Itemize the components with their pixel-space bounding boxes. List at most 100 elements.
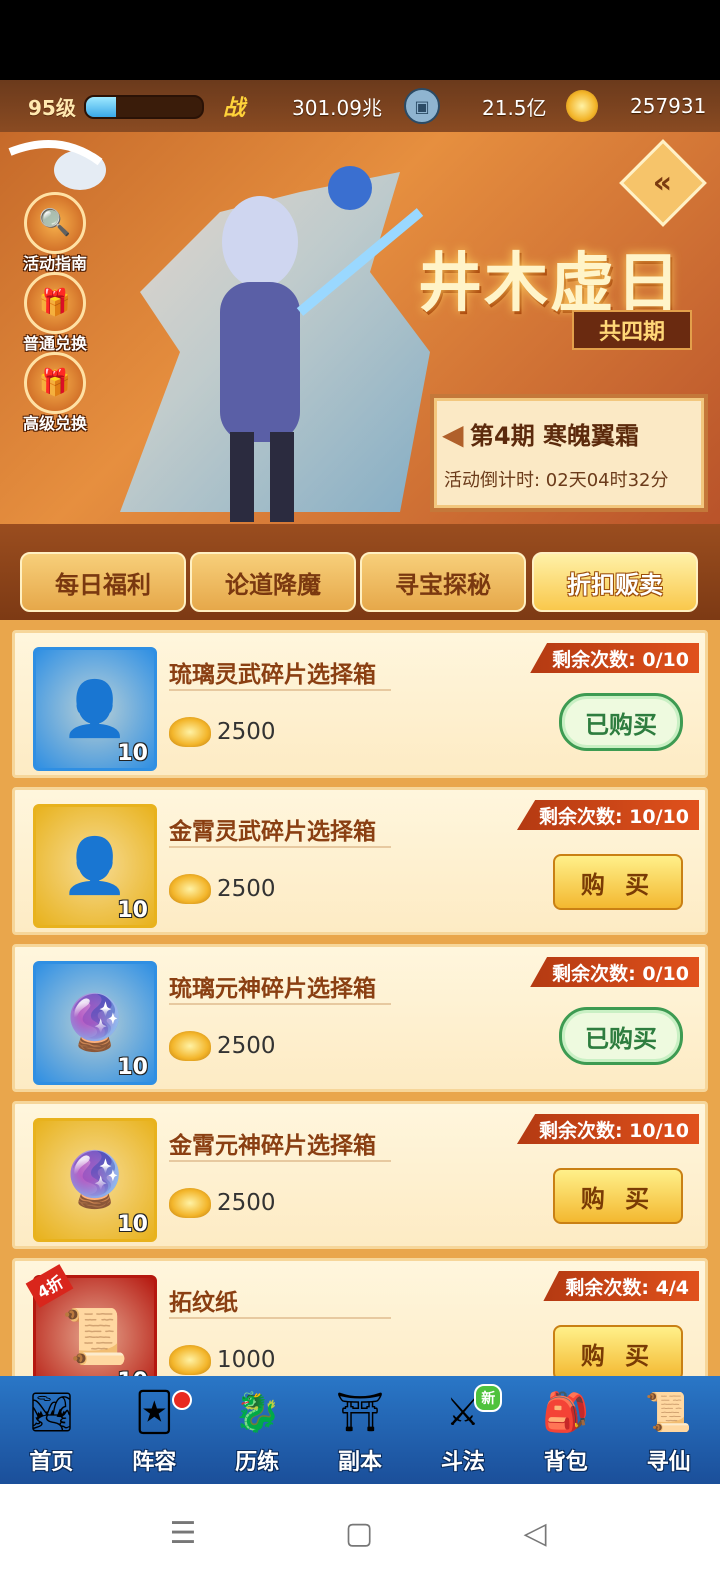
nav-quest[interactable]: 📜 寻仙 [617,1376,720,1484]
countdown-text: 活动倒计时: 02天04时32分 [444,470,669,491]
back-triangle-icon[interactable]: ◁ [510,1508,560,1558]
nav-label: 寻仙 [646,1450,691,1475]
normal-exchange-button[interactable]: 🎁 普通兑换 [12,272,98,353]
tab-treasure-hunt[interactable]: 寻宝探秘 [360,552,526,612]
power-value: 301.09兆 [292,95,382,120]
bottom-nav: 🏞 首页 🃏 阵容 🐉 历练 ⛩ 副本 ⚔ 斗法新 🎒 背包 📜 寻仙 [0,1376,720,1484]
item-price: 2500 [169,874,276,904]
gold-ingot-icon [566,90,598,122]
purchased-button[interactable]: 已购买 [559,693,683,751]
gift-box-icon: 🎁 [24,272,86,334]
purchased-button[interactable]: 已购买 [559,1007,683,1065]
system-nav-bar: ☰ ▢ ◁ [0,1484,720,1584]
gold-ingot-icon [169,717,211,747]
coin-value: 21.5亿 [482,95,547,120]
item-icon: 🔮 [61,991,129,1054]
item-count: 10 [117,898,148,923]
back-button[interactable]: « [619,139,707,227]
item-thumbnail[interactable]: 👤 10 [33,804,157,928]
xp-bar [84,95,204,119]
character-illustration [120,166,430,522]
shop-item: 📜10 4折拓纹纸 1000 剩余次数: 4/4 购 买 [12,1258,708,1376]
divider [169,1160,391,1162]
gift-icon: 🎁 [24,352,86,414]
nav-label: 阵容 [132,1450,177,1475]
item-thumbnail[interactable]: 👤 10 [33,647,157,771]
item-price: 2500 [169,1031,276,1061]
nav-label: 历练 [235,1450,280,1475]
nav-home[interactable]: 🏞 首页 [0,1376,103,1484]
notification-dot [171,1390,192,1410]
gold-ingot-icon [169,874,211,904]
discount-badge: 4折 [25,1264,74,1308]
magnifier-icon: 🔍 [24,192,86,254]
prev-period-icon[interactable]: ◀ [442,418,464,451]
remaining-count: 剩余次数: 10/10 [516,1114,699,1144]
divider [169,1317,391,1319]
buy-button[interactable]: 购 买 [553,1168,683,1224]
tab-debate-demon[interactable]: 论道降魔 [190,552,356,612]
shop-item: 🔮 10 琉璃元神碎片选择箱 2500 剩余次数: 0/10 已购买 [12,944,708,1092]
item-count: 10 [117,1369,148,1376]
dungeon-icon: ⛩ [335,1390,385,1434]
item-name: 拓纹纸 [169,1290,238,1316]
item-name: 金霄灵武碎片选择箱 [169,819,376,845]
period-name: 第4期 寒魄翼霜 [470,422,640,450]
shop-item: 👤 10 琉璃灵武碎片选择箱 2500 剩余次数: 0/10 已购买 [12,630,708,778]
divider [169,1003,391,1005]
nav-battle[interactable]: ⚔ 斗法新 [411,1376,514,1484]
buy-button[interactable]: 购 买 [553,854,683,910]
remaining-count: 剩余次数: 0/10 [530,957,699,987]
period-card: ◀ 第4期 寒魄翼霜 活动倒计时: 02天04时32分 [430,394,708,512]
activity-guide-button[interactable]: 🔍 活动指南 [12,192,98,273]
bag-icon: 🎒 [542,1390,590,1434]
nav-bag[interactable]: 🎒 背包 [514,1376,617,1484]
item-thumbnail[interactable]: 📜10 4折 [25,1264,157,1376]
tab-daily-benefit[interactable]: 每日福利 [20,552,186,612]
item-price: 2500 [169,1188,276,1218]
item-price: 1000 [169,1345,276,1375]
divider [169,846,391,848]
gold-display: 257931 [566,88,706,124]
item-name: 琉璃灵武碎片选择箱 [169,662,376,688]
item-icon: 👤 [61,834,129,897]
coin-display: ▣ 21.5亿 [404,88,547,124]
item-thumbnail[interactable]: 🔮 10 [33,961,157,1085]
nav-dungeon[interactable]: ⛩ 副本 [309,1376,412,1484]
remaining-count: 剩余次数: 0/10 [530,643,699,673]
nav-label: 背包 [543,1450,588,1475]
advanced-exchange-button[interactable]: 🎁 高级兑换 [12,352,98,433]
item-thumbnail[interactable]: 🔮 10 [33,1118,157,1242]
item-count: 10 [117,741,148,766]
tab-discount-sale[interactable]: 折扣贩卖 [532,552,698,612]
power-icon: 战 [222,96,245,121]
gold-ingot-icon [169,1188,211,1218]
remaining-count: 剩余次数: 4/4 [543,1271,699,1301]
gold-value: 257931 [630,94,707,118]
nav-training[interactable]: 🐉 历练 [206,1376,309,1484]
nav-label: 斗法 [440,1450,485,1475]
item-icon: 📜 [61,1305,129,1368]
divider [169,689,391,691]
xp-fill [86,97,117,117]
item-name: 金霄元神碎片选择箱 [169,1133,376,1159]
buy-button[interactable]: 购 买 [553,1325,683,1376]
home-icon: 🏞 [27,1390,76,1434]
nav-lineup[interactable]: 🃏 阵容 [103,1376,206,1484]
menu-icon[interactable]: ☰ [158,1508,208,1558]
item-price: 2500 [169,717,276,747]
remaining-count: 剩余次数: 10/10 [516,800,699,830]
item-icon: 👤 [61,677,129,740]
event-periods: 共四期 [572,310,692,350]
tab-bar: 每日福利 论道降魔 寻宝探秘 折扣贩卖 [0,524,720,620]
resource-bar: 95级 战 301.09兆 ▣ 21.5亿 257931 [0,80,720,132]
player-level: 95级 [28,96,76,120]
status-bar [0,0,720,80]
shop-item: 🔮 10 金霄元神碎片选择箱 2500 剩余次数: 10/10 购 买 [12,1101,708,1249]
shop-item: 👤 10 金霄灵武碎片选择箱 2500 剩余次数: 10/10 购 买 [12,787,708,935]
item-count: 10 [117,1212,148,1237]
back-arrow-icon: « [653,165,673,201]
home-square-icon[interactable]: ▢ [334,1508,384,1558]
shop-list: 👤 10 琉璃灵武碎片选择箱 2500 剩余次数: 0/10 已购买 👤 10 金霄灵武碎片选择… [0,620,720,1376]
nav-label: 首页 [29,1450,74,1475]
